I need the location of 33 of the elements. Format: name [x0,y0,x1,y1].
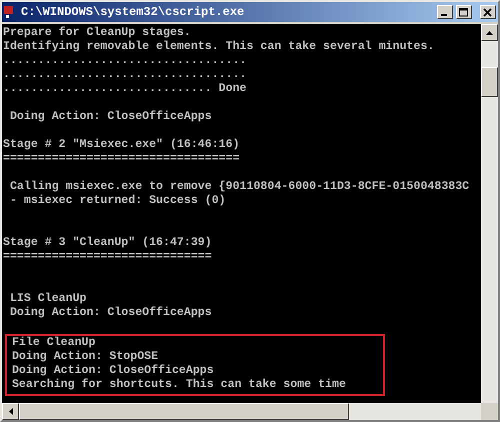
console-line: ................................... [3,54,248,68]
console-line: LIS CleanUp [8,292,88,306]
scroll-thumb[interactable] [19,403,349,420]
console-line: - msiexec returned: Success (0) [8,194,227,208]
console-line: File CleanUp [10,336,96,350]
console-line: ................................... [3,68,248,82]
console-line: Searching for shortcuts. This can take some time [10,378,347,392]
console-line: .............................. Done [3,82,248,96]
scroll-left-button[interactable] [2,403,19,420]
console-line: Calling msiexec.exe to remove {90110804-6000-11D3-8CFE-0150048383C [8,180,470,194]
up-arrow-icon [486,30,493,34]
minimize-button[interactable] [437,5,453,19]
close-icon [483,8,493,16]
console-line: ================================== [3,152,241,166]
console-line: Prepare for CleanUp stages. [3,26,192,40]
scroll-thumb[interactable] [481,67,498,97]
console-line: Stage # 3 "CleanUp" (16:47:39) [3,236,213,250]
left-arrow-icon [8,408,12,415]
maximize-button[interactable] [456,5,472,19]
console-line: Doing Action: StopOSE [10,350,160,364]
scroll-up-button[interactable] [481,24,498,41]
console-line: Doing Action: CloseOfficeApps [8,110,213,124]
console-line: Identifying removable elements. This can take several minutes. [3,40,436,54]
horizontal-scrollbar[interactable] [2,403,481,420]
console-line: Doing Action: CloseOfficeApps [8,306,213,320]
console-line: Stage # 2 "Msiexec.exe" (16:46:16) [3,138,241,152]
maximize-icon [459,8,469,16]
console-line: Doing Action: CloseOfficeApps [10,364,215,378]
close-button[interactable] [480,5,496,19]
window-title: C:\WINDOWS\system32\cscript.exe [21,5,246,19]
vertical-scrollbar[interactable] [481,24,498,403]
minimize-icon [441,14,447,16]
console-line: ============================== [3,250,213,264]
